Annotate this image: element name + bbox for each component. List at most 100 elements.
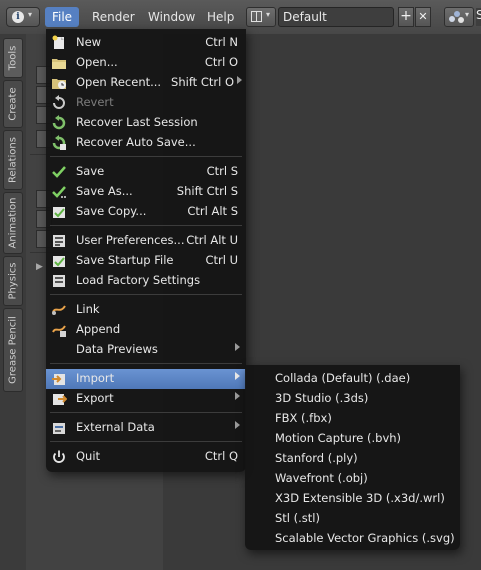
revert-icon bbox=[53, 95, 65, 109]
scene-icon bbox=[449, 16, 455, 22]
menu-item-append[interactable]: Append bbox=[46, 320, 246, 340]
import-submenu: Collada (Default) (.dae) 3D Studio (.3ds… bbox=[245, 365, 460, 550]
tab-create[interactable]: Create bbox=[3, 80, 23, 128]
chevron-down-icon: ▾ bbox=[465, 10, 470, 19]
power-icon bbox=[53, 450, 65, 463]
menu-render[interactable]: Render bbox=[92, 9, 135, 25]
remove-layout-button[interactable]: ✕ bbox=[415, 7, 431, 27]
menu-item-external-data[interactable]: External Data bbox=[46, 418, 246, 438]
menu-item-open-recent[interactable]: Open Recent... Shift Ctrl O bbox=[46, 73, 246, 93]
import-item-fbx[interactable]: FBX (.fbx) bbox=[245, 409, 460, 429]
menu-item-user-preferences[interactable]: User Preferences... Ctrl Alt U bbox=[46, 231, 246, 251]
tab-label: Tools bbox=[7, 45, 19, 71]
menu-help[interactable]: Help bbox=[207, 9, 234, 25]
menu-item-link[interactable]: Link bbox=[46, 300, 246, 320]
import-item-collada[interactable]: Collada (Default) (.dae) bbox=[245, 369, 460, 389]
menu-item-label: Load Factory Settings bbox=[76, 273, 201, 287]
checkmark-icon bbox=[52, 166, 66, 178]
menu-item-data-previews[interactable]: Data Previews bbox=[46, 340, 246, 360]
tab-label: Animation bbox=[7, 197, 19, 249]
open-recent-icon bbox=[52, 79, 66, 89]
screen-layout-button[interactable]: ▾ bbox=[246, 7, 276, 27]
menu-item-save-as[interactable]: Save As... Shift Ctrl S bbox=[46, 182, 246, 202]
submenu-item-label: Stl (.stl) bbox=[275, 511, 320, 525]
submenu-item-label: X3D Extensible 3D (.x3d/.wrl) bbox=[275, 491, 445, 505]
menu-item-label: Quit bbox=[76, 449, 101, 463]
import-item-stl[interactable]: Stl (.stl) bbox=[245, 509, 460, 529]
submenu-item-label: Stanford (.ply) bbox=[275, 451, 358, 465]
import-item-ply[interactable]: Stanford (.ply) bbox=[245, 449, 460, 469]
tab-label: Physics bbox=[7, 262, 19, 300]
menu-item-shortcut: Shift Ctrl O bbox=[171, 75, 234, 89]
preferences-icon bbox=[53, 235, 65, 247]
menu-item-save[interactable]: Save Ctrl S bbox=[46, 162, 246, 182]
menu-item-recover-last-session[interactable]: Recover Last Session bbox=[46, 113, 246, 133]
import-item-x3d[interactable]: X3D Extensible 3D (.x3d/.wrl) bbox=[245, 489, 460, 509]
collapse-triangle-icon[interactable]: ▶ bbox=[36, 262, 43, 272]
tab-physics[interactable]: Physics bbox=[3, 256, 23, 306]
scene-icon-dot bbox=[454, 11, 460, 17]
menu-item-open[interactable]: Open... Ctrl O bbox=[46, 53, 246, 73]
menu-separator bbox=[50, 294, 242, 295]
import-item-svg[interactable]: Scalable Vector Graphics (.svg) bbox=[245, 529, 460, 549]
file-menu-dropdown: New Ctrl N Open... Ctrl O Open Recent...… bbox=[46, 29, 246, 472]
checkmark-dots-icon bbox=[52, 186, 66, 198]
save-startup-icon bbox=[53, 256, 65, 267]
menu-item-label: Import bbox=[76, 371, 115, 385]
tab-label: Create bbox=[7, 87, 19, 121]
submenu-item-label: Scalable Vector Graphics (.svg) bbox=[275, 531, 455, 545]
menu-item-label: New bbox=[76, 35, 102, 49]
import-icon bbox=[52, 374, 65, 385]
menu-item-label: Save bbox=[76, 164, 105, 178]
menu-separator bbox=[50, 363, 242, 364]
tab-animation[interactable]: Animation bbox=[3, 192, 23, 254]
import-item-3ds[interactable]: 3D Studio (.3ds) bbox=[245, 389, 460, 409]
scene-selector-button[interactable]: ▾ bbox=[444, 7, 474, 27]
menu-item-label: Recover Last Session bbox=[76, 115, 198, 129]
menu-item-save-copy[interactable]: Save Copy... Ctrl Alt S bbox=[46, 202, 246, 222]
submenu-item-label: Wavefront (.obj) bbox=[275, 471, 368, 485]
menu-item-shortcut: Ctrl N bbox=[205, 35, 238, 49]
append-icon bbox=[52, 325, 66, 337]
menu-item-label: Export bbox=[76, 391, 114, 405]
menu-item-shortcut: Ctrl U bbox=[205, 253, 238, 267]
submenu-arrow-icon bbox=[235, 343, 240, 351]
screen-layout-field[interactable]: Default bbox=[278, 7, 394, 27]
tab-relations[interactable]: Relations bbox=[3, 130, 23, 190]
menu-separator bbox=[50, 156, 242, 157]
menu-item-label: Save Copy... bbox=[76, 204, 147, 218]
recover-auto-icon bbox=[52, 135, 66, 150]
submenu-item-label: Motion Capture (.bvh) bbox=[275, 431, 402, 445]
submenu-item-label: FBX (.fbx) bbox=[275, 411, 332, 425]
menu-item-quit[interactable]: Quit Ctrl Q bbox=[46, 447, 246, 467]
menu-window[interactable]: Window bbox=[148, 9, 195, 25]
editor-type-button[interactable]: i ▾ bbox=[6, 7, 40, 27]
menu-item-revert[interactable]: Revert bbox=[46, 93, 246, 113]
tab-label: Relations bbox=[7, 137, 19, 183]
menu-separator bbox=[50, 225, 242, 226]
tab-tools[interactable]: Tools bbox=[3, 38, 23, 78]
menu-item-recover-auto-save[interactable]: Recover Auto Save... bbox=[46, 133, 246, 153]
menu-item-shortcut: Ctrl Alt S bbox=[187, 204, 238, 218]
menu-item-import[interactable]: Import bbox=[46, 369, 246, 389]
chevron-down-icon: ▾ bbox=[28, 10, 33, 19]
menu-item-label: Save As... bbox=[76, 184, 133, 198]
submenu-arrow-icon bbox=[237, 76, 242, 84]
add-layout-button[interactable]: + bbox=[398, 7, 414, 27]
menu-item-export[interactable]: Export bbox=[46, 389, 246, 409]
submenu-arrow-icon bbox=[235, 421, 240, 429]
scene-name-field[interactable]: S bbox=[476, 8, 481, 26]
menu-item-load-factory-settings[interactable]: Load Factory Settings bbox=[46, 271, 246, 291]
menu-separator bbox=[50, 441, 242, 442]
export-icon bbox=[53, 394, 67, 405]
info-icon: i bbox=[12, 11, 24, 23]
menu-item-new[interactable]: New Ctrl N bbox=[46, 33, 246, 53]
import-item-bvh[interactable]: Motion Capture (.bvh) bbox=[245, 429, 460, 449]
link-icon bbox=[52, 305, 66, 315]
import-item-obj[interactable]: Wavefront (.obj) bbox=[245, 469, 460, 489]
menu-item-save-startup-file[interactable]: Save Startup File Ctrl U bbox=[46, 251, 246, 271]
menu-item-label: Revert bbox=[76, 95, 114, 109]
menu-file[interactable]: File bbox=[45, 7, 79, 27]
tab-grease-pencil[interactable]: Grease Pencil bbox=[3, 308, 23, 392]
menu-item-label: Open... bbox=[76, 55, 118, 69]
